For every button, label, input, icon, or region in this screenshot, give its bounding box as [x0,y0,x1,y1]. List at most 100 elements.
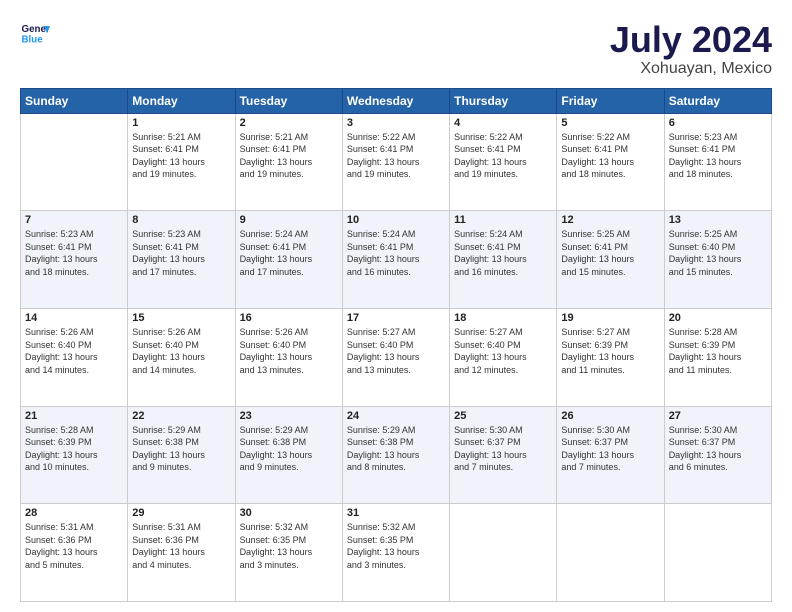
calendar-cell: 4Sunrise: 5:22 AM Sunset: 6:41 PM Daylig… [450,113,557,211]
col-sunday: Sunday [21,88,128,113]
day-number: 23 [240,410,338,422]
calendar-cell: 31 Sunrise: 5:32 AM Sunset: 6:35 PM Dayli… [342,504,449,602]
calendar-cell: 8 Sunrise: 5:23 AM Sunset: 6:41 PM Daylig… [128,211,235,309]
calendar-cell: 22 Sunrise: 5:29 AM Sunset: 6:38 PM Dayli… [128,406,235,504]
day-number: 8 [132,214,230,226]
day-number: 14 [25,312,123,324]
day-info: Sunrise: 5:26 AM Sunset: 6:40 PM Dayligh… [25,326,123,376]
day-info: Sunrise: 5:23 AM Sunset: 6:41 PM Dayligh… [25,228,123,278]
day-info: Sunrise: 5:26 AM Sunset: 6:40 PM Dayligh… [132,326,230,376]
day-info: Sunrise: 5:30 AM Sunset: 6:37 PM Dayligh… [454,424,552,474]
day-info: Sunrise: 5:22 AM Sunset: 6:41 PM Dayligh… [561,131,659,181]
calendar-cell: 25 Sunrise: 5:30 AM Sunset: 6:37 PM Dayli… [450,406,557,504]
calendar-header-row: Sunday Monday Tuesday Wednesday Thursday… [21,88,772,113]
col-wednesday: Wednesday [342,88,449,113]
day-info: Sunrise: 5:31 AM Sunset: 6:36 PM Dayligh… [132,521,230,571]
calendar-cell: 14 Sunrise: 5:26 AM Sunset: 6:40 PM Dayli… [21,308,128,406]
col-thursday: Thursday [450,88,557,113]
day-info: Sunrise: 5:29 AM Sunset: 6:38 PM Dayligh… [132,424,230,474]
main-title: July 2024 [610,20,772,60]
day-info: Sunrise: 5:24 AM Sunset: 6:41 PM Dayligh… [454,228,552,278]
calendar-cell: 16 Sunrise: 5:26 AM Sunset: 6:40 PM Dayli… [235,308,342,406]
day-number: 16 [240,312,338,324]
calendar-week-2: 7 Sunrise: 5:23 AM Sunset: 6:41 PM Daylig… [21,211,772,309]
day-number: 11 [454,214,552,226]
calendar-cell: 10 Sunrise: 5:24 AM Sunset: 6:41 PM Dayli… [342,211,449,309]
day-number: 28 [25,507,123,519]
calendar-cell: 27 Sunrise: 5:30 AM Sunset: 6:37 PM Dayli… [664,406,771,504]
day-info: Sunrise: 5:21 AM Sunset: 6:41 PM Dayligh… [240,131,338,181]
calendar-cell: 13 Sunrise: 5:25 AM Sunset: 6:40 PM Dayli… [664,211,771,309]
day-number: 6 [669,117,767,129]
calendar-cell: 2 Sunrise: 5:21 AM Sunset: 6:41 PM Daylig… [235,113,342,211]
day-info: Sunrise: 5:30 AM Sunset: 6:37 PM Dayligh… [561,424,659,474]
calendar-cell: 3Sunrise: 5:22 AM Sunset: 6:41 PM Daylig… [342,113,449,211]
subtitle: Xohuayan, Mexico [610,60,772,78]
calendar-cell: 19Sunrise: 5:27 AM Sunset: 6:39 PM Dayli… [557,308,664,406]
day-number: 13 [669,214,767,226]
day-number: 29 [132,507,230,519]
day-number: 19 [561,312,659,324]
day-number: 10 [347,214,445,226]
calendar-cell: 15 Sunrise: 5:26 AM Sunset: 6:40 PM Dayli… [128,308,235,406]
day-number: 20 [669,312,767,324]
calendar-cell: 24Sunrise: 5:29 AM Sunset: 6:38 PM Dayli… [342,406,449,504]
day-number: 12 [561,214,659,226]
calendar-week-3: 14 Sunrise: 5:26 AM Sunset: 6:40 PM Dayli… [21,308,772,406]
day-number: 26 [561,410,659,422]
day-number: 18 [454,312,552,324]
day-info: Sunrise: 5:31 AM Sunset: 6:36 PM Dayligh… [25,521,123,571]
day-number: 2 [240,117,338,129]
day-number: 30 [240,507,338,519]
col-tuesday: Tuesday [235,88,342,113]
day-number: 9 [240,214,338,226]
day-number: 15 [132,312,230,324]
day-info: Sunrise: 5:29 AM Sunset: 6:38 PM Dayligh… [347,424,445,474]
col-monday: Monday [128,88,235,113]
calendar-cell [21,113,128,211]
day-number: 1 [132,117,230,129]
day-info: Sunrise: 5:25 AM Sunset: 6:40 PM Dayligh… [669,228,767,278]
day-info: Sunrise: 5:29 AM Sunset: 6:38 PM Dayligh… [240,424,338,474]
day-info: Sunrise: 5:27 AM Sunset: 6:40 PM Dayligh… [347,326,445,376]
day-number: 5 [561,117,659,129]
calendar-cell: 23 Sunrise: 5:29 AM Sunset: 6:38 PM Dayli… [235,406,342,504]
calendar-week-1: 1 Sunrise: 5:21 AM Sunset: 6:41 PM Daylig… [21,113,772,211]
day-info: Sunrise: 5:24 AM Sunset: 6:41 PM Dayligh… [347,228,445,278]
day-info: Sunrise: 5:26 AM Sunset: 6:40 PM Dayligh… [240,326,338,376]
calendar-cell: 29 Sunrise: 5:31 AM Sunset: 6:36 PM Dayli… [128,504,235,602]
col-friday: Friday [557,88,664,113]
day-number: 7 [25,214,123,226]
calendar-week-5: 28 Sunrise: 5:31 AM Sunset: 6:36 PM Dayli… [21,504,772,602]
day-number: 27 [669,410,767,422]
page-header: General Blue July 2024 Xohuayan, Mexico [20,20,772,78]
calendar-cell: 21Sunrise: 5:28 AM Sunset: 6:39 PM Dayli… [21,406,128,504]
calendar-cell: 17 Sunrise: 5:27 AM Sunset: 6:40 PM Dayli… [342,308,449,406]
day-number: 22 [132,410,230,422]
calendar-cell: 1 Sunrise: 5:21 AM Sunset: 6:41 PM Daylig… [128,113,235,211]
day-number: 25 [454,410,552,422]
day-info: Sunrise: 5:27 AM Sunset: 6:40 PM Dayligh… [454,326,552,376]
svg-text:Blue: Blue [22,35,44,46]
day-number: 31 [347,507,445,519]
day-info: Sunrise: 5:30 AM Sunset: 6:37 PM Dayligh… [669,424,767,474]
calendar-cell: 11 Sunrise: 5:24 AM Sunset: 6:41 PM Dayli… [450,211,557,309]
logo-icon: General Blue [20,20,50,50]
calendar-cell [557,504,664,602]
calendar-cell: 18 Sunrise: 5:27 AM Sunset: 6:40 PM Dayli… [450,308,557,406]
calendar-cell [664,504,771,602]
day-info: Sunrise: 5:32 AM Sunset: 6:35 PM Dayligh… [240,521,338,571]
calendar-cell: 26 Sunrise: 5:30 AM Sunset: 6:37 PM Dayli… [557,406,664,504]
day-number: 17 [347,312,445,324]
day-info: Sunrise: 5:25 AM Sunset: 6:41 PM Dayligh… [561,228,659,278]
day-info: Sunrise: 5:23 AM Sunset: 6:41 PM Dayligh… [132,228,230,278]
calendar-cell: 7 Sunrise: 5:23 AM Sunset: 6:41 PM Daylig… [21,211,128,309]
calendar-cell: 30 Sunrise: 5:32 AM Sunset: 6:35 PM Dayli… [235,504,342,602]
day-info: Sunrise: 5:32 AM Sunset: 6:35 PM Dayligh… [347,521,445,571]
day-info: Sunrise: 5:22 AM Sunset: 6:41 PM Dayligh… [454,131,552,181]
calendar-week-4: 21Sunrise: 5:28 AM Sunset: 6:39 PM Dayli… [21,406,772,504]
calendar-cell: 9Sunrise: 5:24 AM Sunset: 6:41 PM Daylig… [235,211,342,309]
day-info: Sunrise: 5:21 AM Sunset: 6:41 PM Dayligh… [132,131,230,181]
calendar-cell: 28 Sunrise: 5:31 AM Sunset: 6:36 PM Dayli… [21,504,128,602]
calendar-cell: 5 Sunrise: 5:22 AM Sunset: 6:41 PM Daylig… [557,113,664,211]
